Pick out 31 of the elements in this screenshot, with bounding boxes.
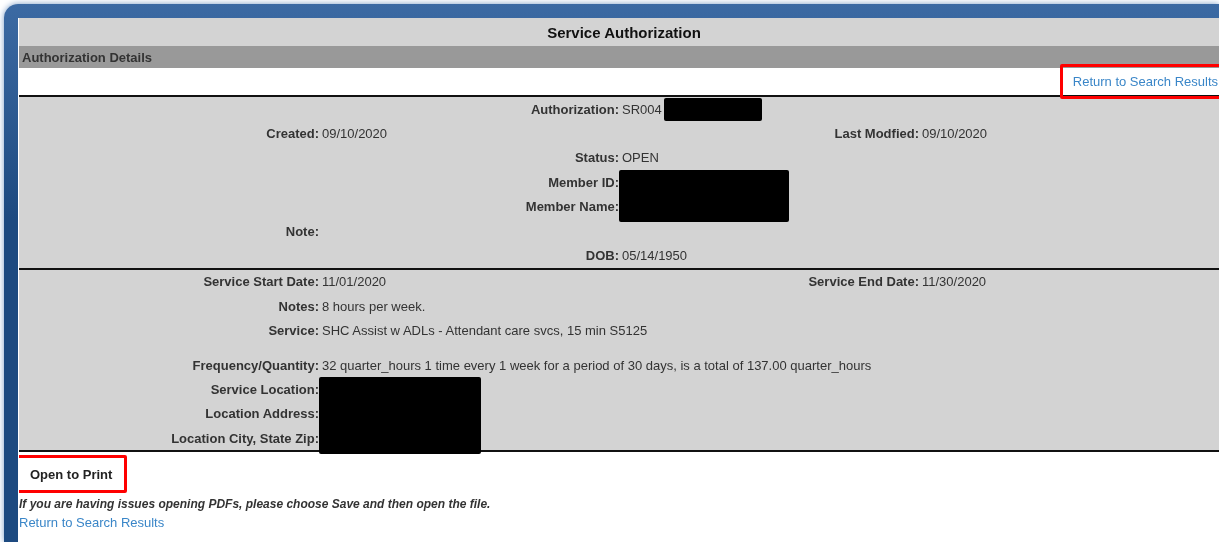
field-value: 05/14/1950 bbox=[622, 248, 688, 264]
field-label: Service: bbox=[268, 323, 319, 339]
field-value: 09/10/2020 bbox=[322, 126, 388, 142]
field-value: SHC Assist w ADLs - Attendant care svcs, 15 min S5125 bbox=[322, 323, 648, 339]
field-label: Authorization: bbox=[530, 101, 619, 117]
field-label: Note: bbox=[285, 223, 319, 239]
field-value: 11/01/2020 bbox=[322, 274, 387, 290]
field-label: Created: bbox=[266, 126, 319, 142]
field-value: SR004 bbox=[622, 101, 662, 117]
page-title: Service Authorization bbox=[19, 18, 1219, 46]
print-button[interactable]: Open to Print bbox=[19, 455, 128, 494]
field-label: Notes: bbox=[278, 298, 319, 314]
pdf-note: If you are having issues opening PDFs, please choose Save and then open the file. bbox=[19, 497, 491, 512]
field-value: 11/30/2020 bbox=[922, 274, 987, 290]
field-label: DOB: bbox=[585, 248, 619, 264]
field-label: Member Name: bbox=[525, 199, 619, 215]
section-header: Authorization Details bbox=[19, 46, 1219, 68]
field-label: Service Location: bbox=[210, 382, 319, 397]
field-value: 32 quarter_hours 1 time every 1 week for a period of 30 days, is a total of 137.00 quarter_hours bbox=[322, 357, 872, 373]
field-value: OPEN bbox=[622, 150, 659, 166]
field-label: Service End Date: bbox=[808, 274, 919, 290]
field-label: Member ID: bbox=[548, 174, 619, 190]
field-label: Last Modfied: bbox=[834, 126, 919, 142]
return-link[interactable]: Return to Search Results bbox=[19, 515, 165, 531]
field-label: Service Start Date: bbox=[203, 274, 319, 290]
field-label: Location City, State Zip: bbox=[171, 430, 319, 446]
field-value: 09/10/2020 bbox=[922, 126, 988, 142]
field-value: 8 hours per week. bbox=[322, 298, 426, 314]
field-label: Frequency/Quantity: bbox=[192, 357, 319, 373]
field-label: Location Address: bbox=[205, 406, 319, 422]
field-label: Status: bbox=[574, 150, 619, 166]
